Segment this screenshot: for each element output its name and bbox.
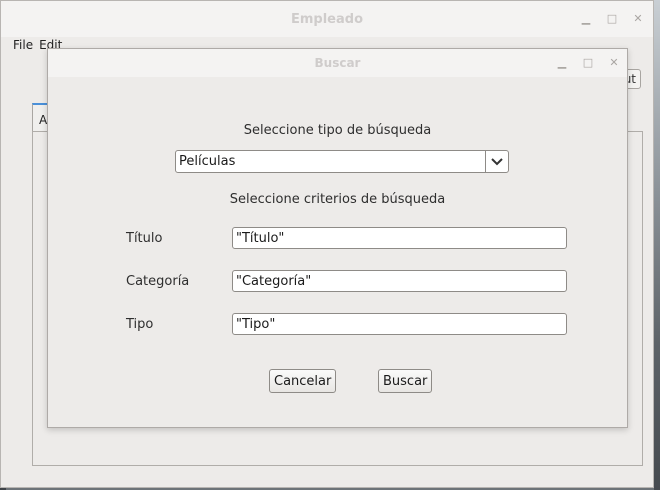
- dialog-titlebar[interactable]: Buscar ▁ □ ✕: [48, 49, 627, 77]
- close-icon[interactable]: ✕: [607, 56, 621, 70]
- maximize-icon[interactable]: □: [605, 12, 619, 26]
- close-icon[interactable]: ✕: [631, 12, 645, 26]
- main-window-title: Empleado: [290, 11, 363, 27]
- main-window-controls: ▁ □ ✕: [579, 1, 645, 37]
- search-type-value: Películas: [179, 154, 236, 169]
- search-dialog: Buscar ▁ □ ✕ Seleccione tipo de búsqueda…: [47, 48, 628, 428]
- menu-file[interactable]: File: [13, 38, 33, 52]
- type-input[interactable]: [232, 313, 567, 335]
- title-input[interactable]: [232, 227, 567, 249]
- search-type-heading: Seleccione tipo de búsqueda: [243, 123, 432, 138]
- maximize-icon[interactable]: □: [581, 56, 595, 70]
- dialog-title: Buscar: [314, 56, 361, 70]
- minimize-icon[interactable]: ▁: [579, 12, 593, 26]
- main-titlebar[interactable]: Empleado ▁ □ ✕: [1, 1, 653, 37]
- chevron-down-icon[interactable]: [485, 151, 508, 172]
- desktop-background-right: [654, 0, 660, 490]
- search-button[interactable]: Buscar: [378, 369, 433, 393]
- search-type-select[interactable]: Películas: [175, 150, 509, 173]
- dialog-window-controls: ▁ □ ✕: [555, 49, 621, 77]
- type-label: Tipo: [126, 317, 154, 332]
- criteria-heading: Seleccione criterios de búsqueda: [229, 192, 446, 207]
- title-label: Título: [126, 231, 163, 246]
- cancel-button[interactable]: Cancelar: [269, 369, 337, 393]
- category-input[interactable]: [232, 270, 567, 292]
- minimize-icon[interactable]: ▁: [555, 56, 569, 70]
- category-label: Categoría: [126, 274, 190, 289]
